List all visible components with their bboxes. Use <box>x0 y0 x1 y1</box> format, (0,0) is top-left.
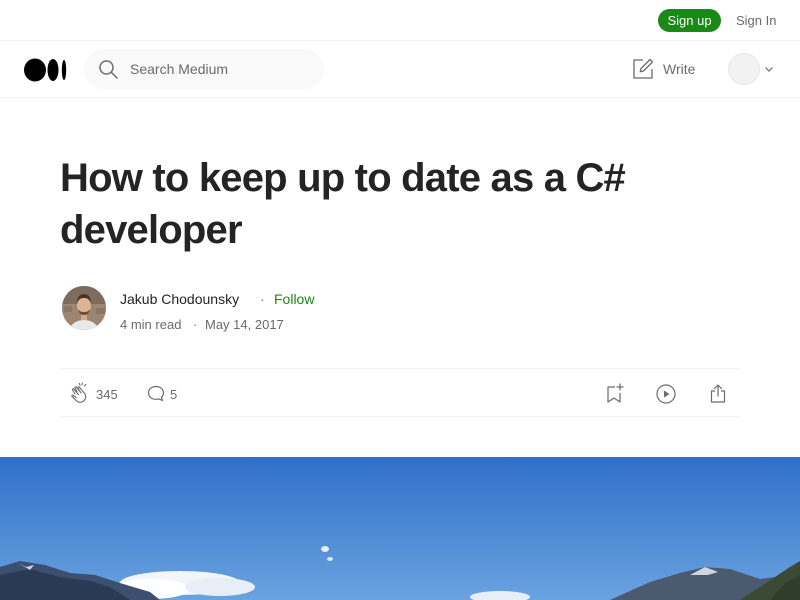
response-count: 5 <box>170 387 178 402</box>
read-time: 4 min read <box>120 317 182 332</box>
chevron-down-icon[interactable] <box>764 65 774 73</box>
comment-icon <box>147 385 165 402</box>
author-photo <box>62 286 106 330</box>
clap-icon <box>71 382 87 403</box>
sign-up-button[interactable]: Sign up <box>658 9 721 32</box>
top-bar: Sign up Sign In <box>0 0 800 41</box>
article-title: How to keep up to date as a C# developer <box>60 156 626 252</box>
listen-play-icon[interactable] <box>654 382 678 406</box>
medium-logo-icon[interactable] <box>24 58 69 82</box>
separator-dot: · <box>260 291 265 307</box>
author-avatar[interactable] <box>62 286 106 330</box>
share-icon[interactable] <box>706 382 730 406</box>
clap-count: 345 <box>96 387 118 402</box>
sign-in-link[interactable]: Sign In <box>736 9 776 32</box>
publish-date: May 14, 2017 <box>205 317 284 332</box>
search-input[interactable] <box>130 49 315 89</box>
bookmark-add-icon[interactable] <box>602 382 626 406</box>
user-avatar[interactable] <box>728 53 760 85</box>
mountain-landscape-image <box>0 457 800 600</box>
separator-dot: · <box>193 317 198 332</box>
follow-button[interactable]: Follow <box>274 291 314 307</box>
search-icon <box>99 60 118 79</box>
hero-image <box>0 457 800 600</box>
navbar: Write <box>0 41 800 98</box>
author-name[interactable]: Jakub Chodounsky <box>120 291 239 307</box>
write-icon <box>633 58 654 79</box>
article-action-bar: 345 5 <box>60 368 740 417</box>
search-box[interactable] <box>84 49 324 89</box>
write-label: Write <box>663 61 696 77</box>
